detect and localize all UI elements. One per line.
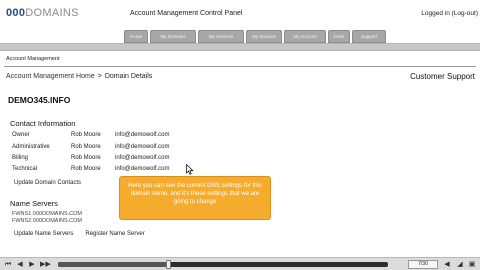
- section-label: Account Management: [6, 56, 60, 62]
- nav-bar: [0, 43, 480, 51]
- tutorial-callout: Here you can see the current DNS setting…: [119, 176, 271, 220]
- contact-row-technical: Technical Rob Moore info@demowolf.com: [12, 166, 169, 172]
- contact-email[interactable]: info@demowolf.com: [115, 155, 169, 161]
- slide-counter: 7/30: [408, 260, 438, 269]
- tab-my-services[interactable]: My Services: [198, 30, 244, 43]
- name-server-item: FWNS2.000DOMAINS.COM: [12, 218, 82, 224]
- name-server-list: FWNS1.000DOMAINS.COM FWNS2.000DOMAINS.CO…: [12, 211, 82, 225]
- contact-name: Rob Moore: [71, 132, 101, 138]
- header: 000DOMAINS Account Management Control Pa…: [0, 0, 480, 28]
- contact-email[interactable]: info@demowolf.com: [115, 132, 169, 138]
- panel-title: Account Management Control Panel: [130, 10, 243, 17]
- tab-my-account[interactable]: My Account: [284, 30, 326, 43]
- breadcrumb-arrow: >: [97, 73, 102, 80]
- seek-progress: [58, 262, 168, 267]
- contact-role: Billing: [12, 155, 29, 161]
- breadcrumb: Account Management Home > Domain Details: [6, 73, 152, 80]
- breadcrumb-current: Domain Details: [104, 73, 153, 80]
- name-servers-heading: Name Servers: [10, 199, 58, 208]
- contact-role: Administrative: [12, 144, 50, 150]
- back-icon[interactable]: ◀: [442, 260, 452, 269]
- logged-in-status[interactable]: Logged in (Log-out): [421, 10, 478, 17]
- register-name-server-link[interactable]: Register Name Server: [85, 231, 144, 237]
- contact-role: Owner: [12, 132, 30, 138]
- tab-order[interactable]: Order: [328, 30, 350, 43]
- tab-my-invoices[interactable]: My Invoices: [246, 30, 282, 43]
- contact-row-owner: Owner Rob Moore info@demowolf.com: [12, 132, 169, 138]
- play-button[interactable]: ▶: [27, 260, 37, 269]
- volume-icon[interactable]: ◢: [455, 260, 465, 269]
- contact-row-billing: Billing Rob Moore info@demowolf.com: [12, 155, 169, 161]
- update-name-servers-link[interactable]: Update Name Servers: [14, 231, 73, 237]
- name-server-actions: Update Name Servers Register Name Server: [14, 231, 145, 237]
- rewind-start-button[interactable]: ⏮: [3, 260, 13, 269]
- contact-name: Rob Moore: [71, 166, 101, 172]
- back-button[interactable]: ◀: [15, 260, 25, 269]
- contact-email[interactable]: info@demowolf.com: [115, 144, 169, 150]
- seek-thumb[interactable]: [165, 260, 171, 269]
- fullscreen-icon[interactable]: ▣: [467, 260, 477, 269]
- contact-row-administrative: Administrative Rob Moore info@demowolf.com: [12, 144, 169, 150]
- mouse-cursor-icon: [186, 164, 194, 175]
- tab-home[interactable]: Home: [124, 30, 148, 43]
- callout-text: Here you can see the current DNS setting…: [128, 183, 262, 205]
- domain-title: DEMO345.INFO: [8, 95, 71, 105]
- name-server-item: FWNS1.000DOMAINS.COM: [12, 211, 82, 217]
- main-tabs: Home My Domains My Services My Invoices …: [124, 30, 386, 43]
- seek-track[interactable]: [58, 260, 388, 269]
- forward-button[interactable]: ▶▶: [40, 260, 51, 269]
- divider: [4, 66, 476, 67]
- contact-information-heading: Contact Information: [10, 119, 76, 128]
- breadcrumb-home-link[interactable]: Account Management Home: [6, 73, 95, 80]
- contact-email[interactable]: info@demowolf.com: [115, 166, 169, 172]
- logo-part-1: 000: [6, 7, 26, 19]
- logo[interactable]: 000DOMAINS: [6, 7, 79, 19]
- video-player-controls: ⏮ ◀ ▶ ▶▶ 7/30 ◀ ◢ ▣: [0, 257, 480, 270]
- logo-part-2: DOMAINS: [25, 7, 79, 19]
- update-domain-contacts-link[interactable]: Update Domain Contacts: [14, 180, 81, 186]
- tab-support[interactable]: Support: [352, 30, 386, 43]
- customer-support-link[interactable]: Customer Support: [410, 72, 475, 81]
- contact-name: Rob Moore: [71, 155, 101, 161]
- contact-role: Technical: [12, 166, 38, 172]
- tab-my-domains[interactable]: My Domains: [150, 30, 196, 43]
- contact-name: Rob Moore: [71, 144, 101, 150]
